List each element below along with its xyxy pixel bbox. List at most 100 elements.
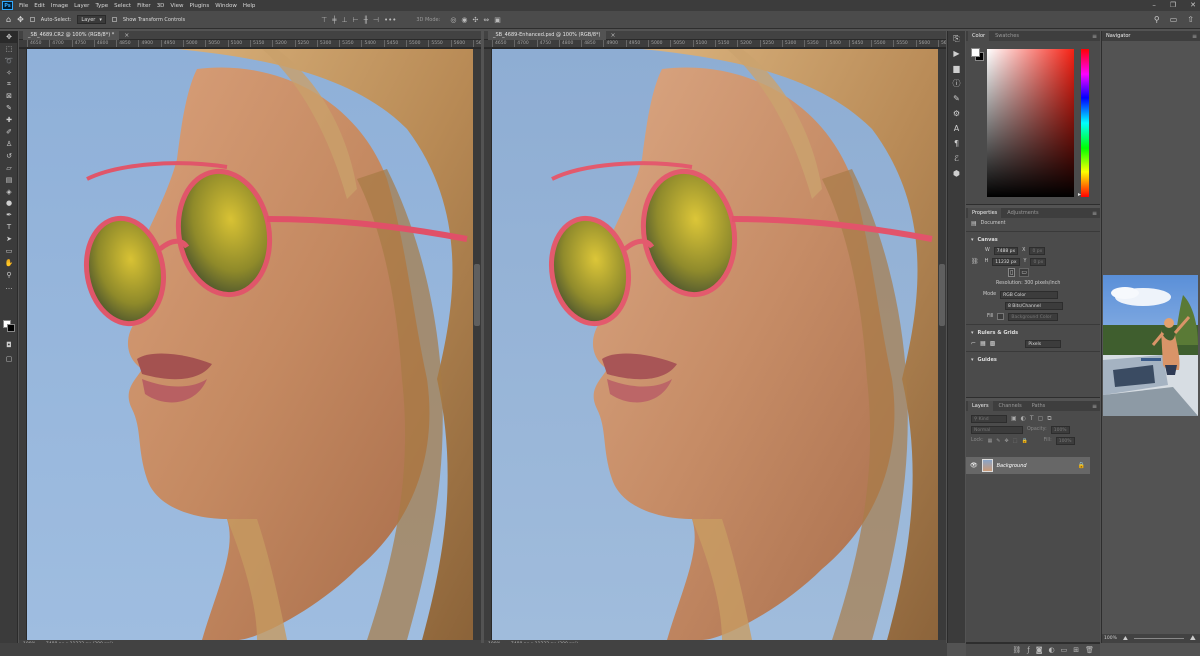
move-tool-icon[interactable]: ✥	[17, 15, 24, 24]
lock-position-icon[interactable]: ✥	[1005, 438, 1009, 444]
tab-color[interactable]: Color	[968, 31, 990, 41]
filter-smart-object-icon[interactable]: ⧉	[1047, 415, 1051, 423]
dodge-tool-icon[interactable]: ●	[0, 197, 18, 209]
x-field[interactable]: 0 px	[1029, 246, 1046, 255]
screen-mode-icon[interactable]: ▢	[0, 353, 18, 365]
transform-controls-checkbox[interactable]	[111, 17, 117, 22]
actions-panel-icon[interactable]: ▶	[948, 46, 965, 61]
histogram-panel-icon[interactable]: ▆	[948, 61, 965, 76]
healing-brush-tool-icon[interactable]: ✚	[0, 114, 18, 126]
tab-layers[interactable]: Layers	[968, 401, 993, 411]
fill-select[interactable]: Background Color	[1008, 312, 1059, 321]
scroll-thumb[interactable]	[474, 264, 480, 326]
scroll-thumb[interactable]	[939, 264, 945, 326]
more-options-icon[interactable]: •••	[384, 16, 396, 24]
units-select[interactable]: Pixels	[1025, 339, 1062, 348]
lasso-tool-icon[interactable]: ➰	[0, 55, 18, 67]
gradient-tool-icon[interactable]: ▤	[0, 174, 18, 186]
menu-3d[interactable]: 3D	[154, 3, 168, 9]
character-panel-icon[interactable]: A	[948, 121, 965, 136]
hue-slider[interactable]	[1081, 49, 1089, 197]
lock-paint-icon[interactable]: ✎	[996, 438, 1000, 444]
auto-select-dropdown[interactable]: Layer ▾	[77, 15, 106, 24]
filter-type-icon[interactable]: T	[1030, 415, 1034, 422]
align-top-icon[interactable]: ⊤	[321, 16, 327, 24]
filter-adjustment-icon[interactable]: ◐	[1021, 415, 1026, 422]
menu-layer[interactable]: Layer	[71, 3, 92, 9]
menu-window[interactable]: Window	[212, 3, 240, 9]
layer-name[interactable]: Background	[997, 463, 1027, 469]
width-field[interactable]: 7488 px	[993, 246, 1019, 255]
navigator-preview[interactable]	[1103, 275, 1198, 416]
menu-filter[interactable]: Filter	[134, 3, 154, 9]
layer-style-icon[interactable]: ƒ	[1027, 646, 1029, 654]
foreground-color-mini[interactable]	[971, 48, 980, 57]
auto-select-checkbox[interactable]	[29, 17, 35, 22]
more-tools-icon[interactable]: …	[0, 281, 18, 293]
mode-select[interactable]: RGB Color	[1000, 290, 1059, 299]
hue-slider-arrow-icon[interactable]: ▸	[1078, 191, 1081, 198]
3d-roll-icon[interactable]: ◉	[461, 16, 467, 24]
layer-row[interactable]: 👁 Background 🔒	[966, 457, 1090, 474]
3d-panel-icon[interactable]: ⬢	[948, 166, 965, 181]
grid-toggle-icon[interactable]: ▦	[980, 340, 986, 347]
guides-section-header[interactable]: ▾ Guides	[966, 354, 1100, 365]
menu-file[interactable]: File	[16, 3, 31, 9]
maximize-icon[interactable]: ❐	[1170, 1, 1176, 9]
quick-mask-icon[interactable]: ◘	[0, 339, 18, 351]
new-adjustment-layer-icon[interactable]: ◐	[1049, 646, 1055, 654]
panel-menu-icon[interactable]: ≡	[1092, 403, 1097, 410]
tab-channels[interactable]: Channels	[995, 401, 1026, 411]
magic-wand-tool-icon[interactable]: ✧	[0, 67, 18, 79]
new-group-icon[interactable]: ▭	[1061, 646, 1068, 654]
navigator-title[interactable]: Navigator	[1106, 33, 1130, 39]
frame-tool-icon[interactable]: ⊠	[0, 90, 18, 102]
height-field[interactable]: 11232 px	[992, 257, 1020, 266]
background-color-swatch[interactable]	[7, 324, 15, 332]
align-center-icon[interactable]: ╫	[364, 16, 368, 24]
canvas-section-header[interactable]: ▾ Canvas	[966, 234, 1100, 245]
bit-depth-select[interactable]: 8 Bits/Channel	[1005, 301, 1063, 310]
menu-edit[interactable]: Edit	[31, 3, 48, 9]
brush-tool-icon[interactable]: ✐	[0, 126, 18, 138]
tab-adjustments[interactable]: Adjustments	[1003, 208, 1042, 218]
3d-pan-icon[interactable]: ✣	[473, 16, 479, 24]
crop-tool-icon[interactable]: ⌗	[0, 79, 18, 91]
link-icon[interactable]: ⛓	[971, 258, 979, 265]
opacity-field[interactable]: 100%	[1050, 425, 1070, 434]
document-tab-original[interactable]: _SB_4689.CR2 @ 100% (RGB/8*) * ×	[19, 30, 481, 40]
close-tab-icon[interactable]: ×	[124, 32, 129, 39]
align-right-icon[interactable]: ⊣	[373, 16, 379, 24]
fill-opacity-field[interactable]: 100%	[1055, 436, 1075, 445]
menu-view[interactable]: View	[167, 3, 186, 9]
delete-layer-icon[interactable]: 🗑	[1085, 646, 1094, 654]
tab-swatches[interactable]: Swatches	[991, 31, 1023, 41]
navigator-zoom[interactable]: 100%	[1104, 636, 1117, 641]
align-bottom-icon[interactable]: ⊥	[341, 16, 347, 24]
pen-tool-icon[interactable]: ✒	[0, 209, 18, 221]
hand-tool-icon[interactable]: ✋	[0, 257, 18, 269]
menu-plugins[interactable]: Plugins	[186, 3, 212, 9]
pixel-grid-icon[interactable]: ▩	[990, 340, 996, 347]
eraser-tool-icon[interactable]: ▱	[0, 162, 18, 174]
blur-tool-icon[interactable]: ◈	[0, 186, 18, 198]
vertical-scrollbar[interactable]	[473, 49, 481, 640]
portrait-orientation-icon[interactable]: ▯	[1008, 268, 1016, 277]
lock-all-icon[interactable]: 🔒	[1021, 438, 1027, 444]
menu-select[interactable]: Select	[111, 3, 134, 9]
blend-mode-select[interactable]: Normal	[971, 425, 1023, 434]
zoom-slider[interactable]	[1133, 638, 1184, 639]
menu-image[interactable]: Image	[48, 3, 71, 9]
lock-artboard-icon[interactable]: ⬚	[1013, 438, 1018, 444]
minimize-icon[interactable]: –	[1152, 1, 1156, 9]
color-picker-field[interactable]	[987, 49, 1074, 197]
menu-help[interactable]: Help	[240, 3, 259, 9]
panel-menu-icon[interactable]: ≡	[1092, 33, 1097, 40]
marquee-tool-icon[interactable]: ⬚	[0, 43, 18, 55]
path-selection-tool-icon[interactable]: ➤	[0, 233, 18, 245]
zoom-tool-icon[interactable]: ⚲	[0, 269, 18, 281]
filter-pixel-icon[interactable]: ▣	[1011, 415, 1017, 422]
canvas-original-photo[interactable]	[27, 49, 481, 640]
type-tool-icon[interactable]: T	[0, 221, 18, 233]
vertical-scrollbar[interactable]	[938, 49, 946, 640]
